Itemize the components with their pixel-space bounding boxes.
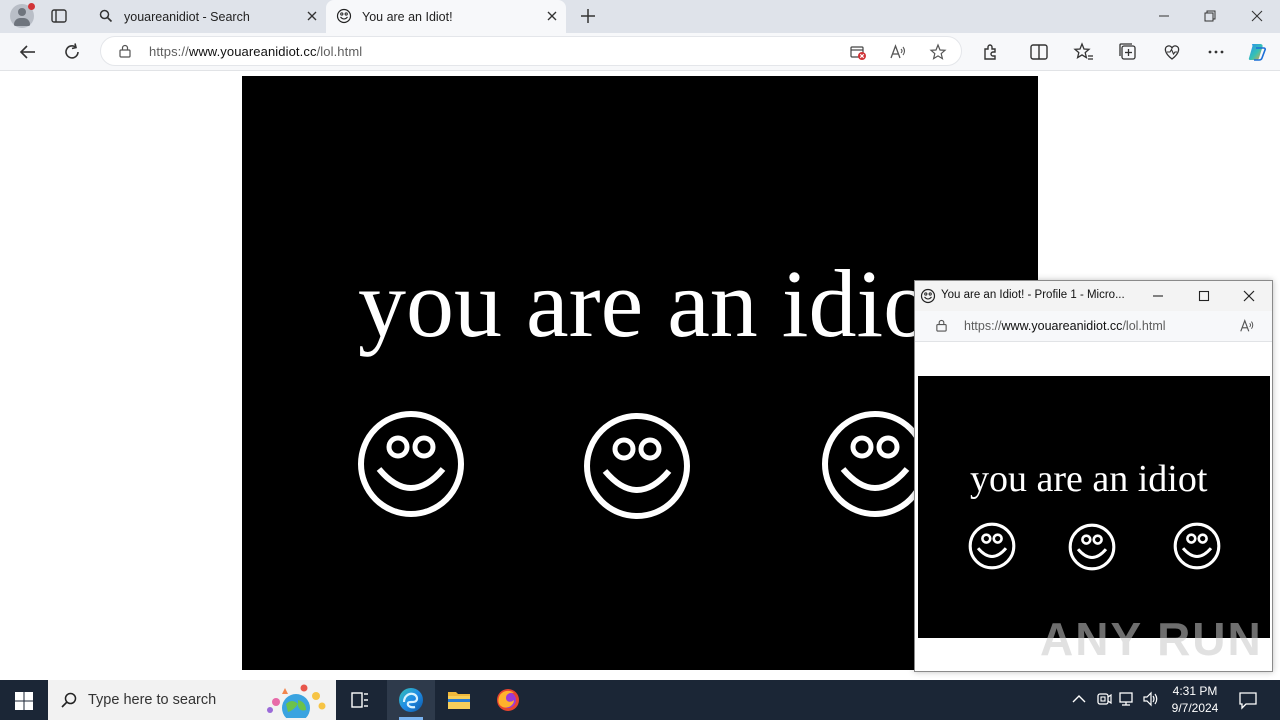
search-icon [61, 692, 77, 708]
refresh-icon[interactable] [61, 41, 83, 63]
firefox-icon [497, 689, 519, 711]
close-window-icon[interactable] [1247, 6, 1267, 26]
popup-page-canvas: you are an idiot [918, 376, 1270, 638]
edge-browser-icon [399, 688, 423, 712]
collections-icon[interactable] [1117, 41, 1139, 63]
tab-strip: youareanidiot - Search You are an Idiot! [0, 0, 1280, 33]
popup-title: You are an Idiot! - Profile 1 - Micro... [941, 289, 1125, 301]
copilot-icon[interactable] [1246, 41, 1268, 63]
search-highlight-art-icon[interactable] [260, 682, 332, 718]
split-screen-icon[interactable] [1028, 41, 1050, 63]
url-text: https://www.youareanidiot.cc/lol.html [149, 44, 363, 59]
network-icon[interactable] [1118, 690, 1136, 708]
tab-actions-icon[interactable] [50, 7, 68, 25]
read-aloud-icon[interactable] [889, 43, 907, 61]
smiley-favicon-icon [336, 8, 352, 24]
task-view-button[interactable] [336, 680, 384, 720]
show-hidden-icons-icon[interactable] [1070, 690, 1088, 708]
minimize-icon[interactable] [1151, 289, 1165, 303]
read-aloud-icon[interactable] [1239, 318, 1255, 334]
taskbar: Type here to search 4:31 PM 9/7/2024 [0, 680, 1280, 720]
smiley-face-icon [968, 522, 1016, 570]
browser-toolbar: https://www.youareanidiot.cc/lol.html [0, 33, 1280, 71]
taskbar-search-box[interactable]: Type here to search [48, 680, 336, 720]
smiley-favicon-icon [920, 288, 936, 304]
headline-text: you are an idiot [358, 250, 958, 357]
lock-icon[interactable] [118, 44, 132, 58]
smiley-face-icon [1068, 523, 1116, 571]
profile-avatar-icon[interactable] [10, 3, 35, 28]
popup-address-bar[interactable]: https://www.youareanidiot.cc/lol.html [915, 311, 1272, 342]
favorites-icon[interactable] [1073, 41, 1095, 63]
search-placeholder: Type here to search [88, 692, 217, 708]
smiley-face-icon [358, 411, 464, 517]
taskbar-firefox-button[interactable] [484, 680, 532, 720]
system-clock[interactable]: 4:31 PM 9/7/2024 [1165, 683, 1225, 717]
tab-search[interactable]: youareanidiot - Search [88, 0, 326, 33]
close-tab-icon[interactable] [544, 8, 560, 24]
clock-date: 9/7/2024 [1171, 701, 1219, 715]
browser-essentials-icon[interactable] [1161, 41, 1183, 63]
taskbar-edge-button[interactable] [387, 680, 435, 720]
back-icon[interactable] [17, 41, 39, 63]
clock-time: 4:31 PM [1172, 684, 1218, 698]
smiley-face-icon [1173, 522, 1221, 570]
address-bar[interactable]: https://www.youareanidiot.cc/lol.html [100, 36, 962, 66]
windows-start-icon[interactable] [14, 691, 34, 711]
popup-blocked-icon[interactable] [849, 43, 867, 61]
anyrun-watermark: ANY RUN [1040, 613, 1263, 665]
smiley-face-icon [584, 413, 690, 519]
popup-title-bar[interactable]: You are an Idiot! - Profile 1 - Micro... [915, 281, 1272, 311]
new-tab-icon[interactable] [578, 6, 598, 26]
meet-now-icon[interactable] [1095, 690, 1113, 708]
extensions-icon[interactable] [980, 41, 1002, 63]
close-tab-icon[interactable] [304, 8, 320, 24]
popup-headline-text: you are an idiot [970, 458, 1208, 500]
popup-url-text: https://www.youareanidiot.cc/lol.html [964, 319, 1166, 333]
more-options-icon[interactable] [1205, 41, 1227, 63]
notifications-icon[interactable] [1238, 690, 1258, 710]
restore-icon[interactable] [1200, 6, 1220, 26]
folder-icon [448, 692, 470, 709]
search-icon [99, 9, 113, 23]
favorite-star-icon[interactable] [929, 43, 947, 61]
tab-idiot[interactable]: You are an Idiot! [326, 0, 566, 33]
close-window-icon[interactable] [1242, 289, 1256, 303]
task-view-icon [351, 692, 368, 708]
volume-icon[interactable] [1142, 690, 1160, 708]
lock-icon[interactable] [935, 319, 948, 332]
taskbar-file-explorer-button[interactable] [435, 680, 483, 720]
maximize-icon[interactable] [1197, 289, 1211, 303]
tab-label: youareanidiot - Search [124, 9, 250, 24]
minimize-icon[interactable] [1154, 6, 1174, 26]
tab-label: You are an Idiot! [362, 9, 453, 24]
